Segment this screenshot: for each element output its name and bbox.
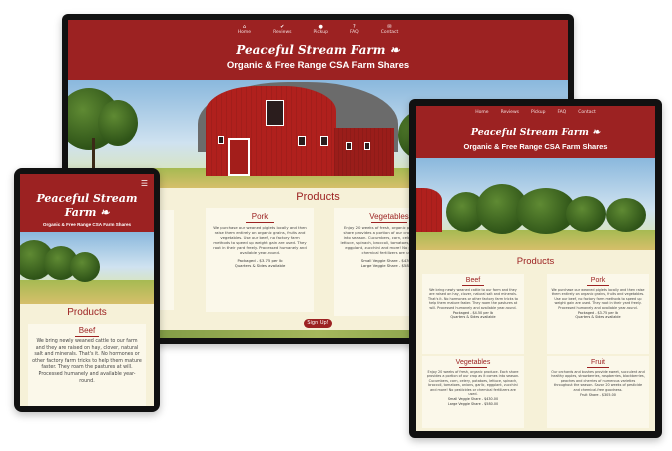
- tablet-nav-pickup[interactable]: Pickup: [531, 110, 546, 115]
- phone-tagline: Organic & Free Range CSA Farm Shares: [42, 222, 132, 227]
- tablet-vegetables-card: Vegetables Enjoy 20 weeks of fresh, orga…: [422, 356, 524, 428]
- pork-card: Pork We purchase our weaned piglets loca…: [206, 208, 314, 312]
- tablet-beef-card: Beef We bring newly weaned cattle to our…: [422, 274, 524, 354]
- divider: [246, 222, 274, 223]
- tablet-nav-faq[interactable]: FAQ: [557, 110, 566, 115]
- phone-screen: ☰ Peaceful Stream Farm ❧ Organic & Free …: [20, 174, 154, 406]
- leaf-icon: ❧: [389, 43, 400, 57]
- tablet-header: Home Reviews Pickup FAQ Contact Peaceful…: [416, 106, 655, 158]
- tablet-hero-image: [416, 158, 655, 250]
- tablet-pork-card: Pork We purchase our weaned piglets loca…: [547, 274, 649, 354]
- nav-home[interactable]: ⌂ Home: [238, 24, 251, 35]
- site-tagline: Organic & Free Range CSA Farm Shares: [226, 60, 410, 71]
- pork-price: Packaged - $3.75 per lb Quarters & Sides …: [234, 258, 286, 268]
- divider: [371, 222, 407, 223]
- nav-pickup[interactable]: ● Pickup: [313, 24, 328, 35]
- mockup-stage: ⌂ Home ✔ Reviews ● Pickup ? FAQ ✉ Contact Pea…: [0, 0, 672, 451]
- nav-faq[interactable]: ? FAQ: [350, 24, 359, 35]
- pork-desc: We purchase our weaned piglets locally a…: [213, 225, 307, 255]
- site-logo[interactable]: Peaceful Stream Farm ❧: [68, 43, 568, 57]
- tablet-logo[interactable]: Peaceful Stream Farm ❧: [416, 127, 655, 138]
- tablet-device: Home Reviews Pickup FAQ Contact Peaceful…: [409, 99, 662, 438]
- tablet-nav: Home Reviews Pickup FAQ Contact: [416, 106, 655, 115]
- tablet-screen: Home Reviews Pickup FAQ Contact Peaceful…: [416, 106, 655, 431]
- phone-beef-card: Beef We bring newly weaned cattle to our…: [28, 324, 146, 406]
- tablet-fruit-card: Fruit Our orchards and bushes provide sw…: [547, 356, 649, 428]
- main-nav: ⌂ Home ✔ Reviews ● Pickup ? FAQ ✉ Contact: [68, 20, 568, 35]
- nav-reviews[interactable]: ✔ Reviews: [273, 24, 291, 35]
- pork-title: Pork: [251, 212, 269, 221]
- phone-products-heading: Products: [67, 307, 107, 318]
- phone-device: ☰ Peaceful Stream Farm ❧ Organic & Free …: [14, 168, 160, 412]
- signup-button[interactable]: Sign Up!: [304, 319, 332, 328]
- tablet-nav-home[interactable]: Home: [475, 110, 488, 115]
- tablet-nav-contact[interactable]: Contact: [578, 110, 596, 115]
- phone-logo[interactable]: Peaceful Stream Farm ❧: [20, 174, 154, 220]
- hamburger-icon[interactable]: ☰: [141, 180, 148, 188]
- phone-hero-image: [20, 232, 154, 304]
- site-header: ⌂ Home ✔ Reviews ● Pickup ? FAQ ✉ Contact Pea…: [68, 20, 568, 80]
- leaf-icon: ❧: [100, 206, 110, 219]
- phone-header: ☰ Peaceful Stream Farm ❧ Organic & Free …: [20, 174, 154, 232]
- nav-contact[interactable]: ✉ Contact: [381, 24, 399, 35]
- tablet-products-heading: Products: [516, 256, 555, 267]
- tablet-tagline: Organic & Free Range CSA Farm Shares: [463, 142, 608, 151]
- leaf-icon: ❧: [592, 127, 601, 138]
- tablet-nav-reviews[interactable]: Reviews: [501, 110, 519, 115]
